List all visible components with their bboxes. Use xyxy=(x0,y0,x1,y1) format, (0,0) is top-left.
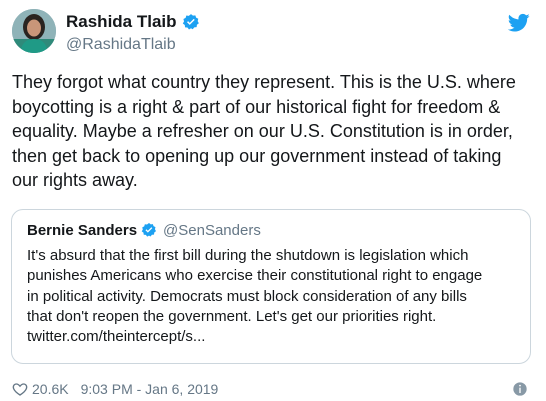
like-count[interactable]: 20.6K xyxy=(32,381,69,397)
avatar[interactable] xyxy=(12,9,56,53)
verified-badge-icon xyxy=(182,14,199,30)
heart-icon[interactable] xyxy=(12,381,28,397)
timestamp[interactable]: 9:03 PM - Jan 6, 2019 xyxy=(81,381,219,397)
tweet-header: Rashida Tlaib @RashidaTlaib xyxy=(12,9,534,59)
author-handle[interactable]: @RashidaTlaib xyxy=(66,36,200,54)
quoted-tweet-header: Bernie Sanders @SenSanders xyxy=(27,220,515,240)
tweet-card: Rashida Tlaib @RashidaTlaib They forgot … xyxy=(0,0,546,401)
quoted-tweet[interactable]: Bernie Sanders @SenSanders It's absurd t… xyxy=(11,209,531,364)
tweet-text: They forgot what country they represent.… xyxy=(12,72,516,190)
twitter-bird-icon[interactable] xyxy=(508,13,530,33)
quoted-author-handle: @SenSanders xyxy=(163,221,261,239)
quoted-tweet-text: It's absurd that the first bill during t… xyxy=(27,247,483,346)
quoted-author-display-name: Bernie Sanders xyxy=(27,221,138,239)
info-icon[interactable] xyxy=(512,381,528,397)
verified-badge-icon xyxy=(141,223,157,237)
tweet-footer: 20.6K 9:03 PM - Jan 6, 2019 xyxy=(12,380,534,398)
author-block: Rashida Tlaib @RashidaTlaib xyxy=(66,11,200,54)
author-display-name[interactable]: Rashida Tlaib xyxy=(66,12,177,32)
